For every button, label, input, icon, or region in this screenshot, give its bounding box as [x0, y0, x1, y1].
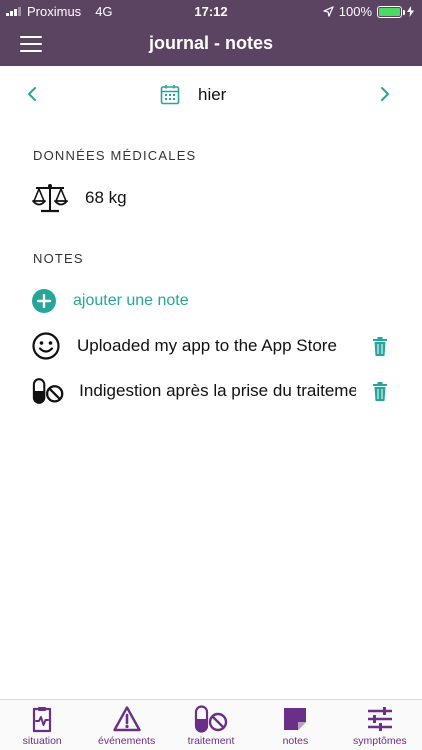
tab-label: situation	[22, 735, 62, 747]
tab-traitement[interactable]: traitement	[169, 700, 253, 750]
smiley-icon	[32, 332, 60, 360]
location-icon	[323, 6, 334, 17]
tab-bar: situation événements traitement notes sy…	[0, 699, 422, 750]
scale-icon	[32, 184, 68, 213]
tab-situation[interactable]: situation	[0, 700, 84, 750]
add-note-button[interactable]: ajouter une note	[32, 288, 398, 314]
note-text: Indigestion après la prise du traitement	[79, 381, 356, 400]
battery-icon	[377, 5, 405, 18]
medical-section-title: DONNÉES MÉDICALES	[33, 148, 197, 163]
note-icon	[284, 708, 307, 730]
add-note-label: ajouter une note	[73, 292, 189, 309]
chevron-right-icon	[381, 87, 389, 101]
note-item[interactable]: Indigestion après la prise du traitement	[32, 376, 356, 406]
delete-note-button[interactable]	[372, 382, 388, 402]
tab-symptomes[interactable]: symptômes	[338, 700, 422, 750]
calendar-icon	[160, 85, 180, 105]
weight-row[interactable]: 68 kg	[32, 180, 398, 216]
weight-value: 68 kg	[85, 188, 127, 207]
note-text: Uploaded my app to the App Store	[77, 336, 337, 355]
add-circle-icon	[32, 289, 56, 313]
pill-stop-icon	[32, 378, 64, 404]
next-day-button[interactable]	[374, 84, 394, 104]
tab-evenements[interactable]: événements	[84, 700, 168, 750]
chevron-left-icon	[28, 87, 36, 101]
page-title: journal - notes	[148, 33, 273, 53]
tab-label: traitement	[187, 735, 235, 747]
date-navigation: hier	[0, 66, 422, 126]
warning-icon	[112, 706, 141, 732]
pill-stop-icon	[194, 705, 228, 733]
sliders-icon	[367, 707, 392, 731]
note-item[interactable]: Uploaded my app to the App Store	[32, 331, 352, 361]
tab-label: symptômes	[352, 735, 407, 747]
delete-note-button[interactable]	[372, 337, 388, 357]
tab-notes[interactable]: notes	[253, 700, 337, 750]
previous-day-button[interactable]	[23, 84, 43, 104]
notes-section-title: NOTES	[33, 251, 84, 266]
date-selector[interactable]: hier	[160, 84, 226, 105]
tab-label: notes	[282, 735, 309, 747]
status-bar: Proximus 4G 17:12 100%	[0, 0, 422, 22]
date-label: hier	[198, 84, 227, 104]
battery-percent: 100%	[338, 4, 372, 19]
top-bar: Proximus 4G 17:12 100% journal - notes	[0, 0, 422, 66]
charging-icon	[407, 6, 414, 17]
clipboard-pulse-icon	[33, 707, 52, 733]
tab-label: événements	[98, 735, 156, 747]
